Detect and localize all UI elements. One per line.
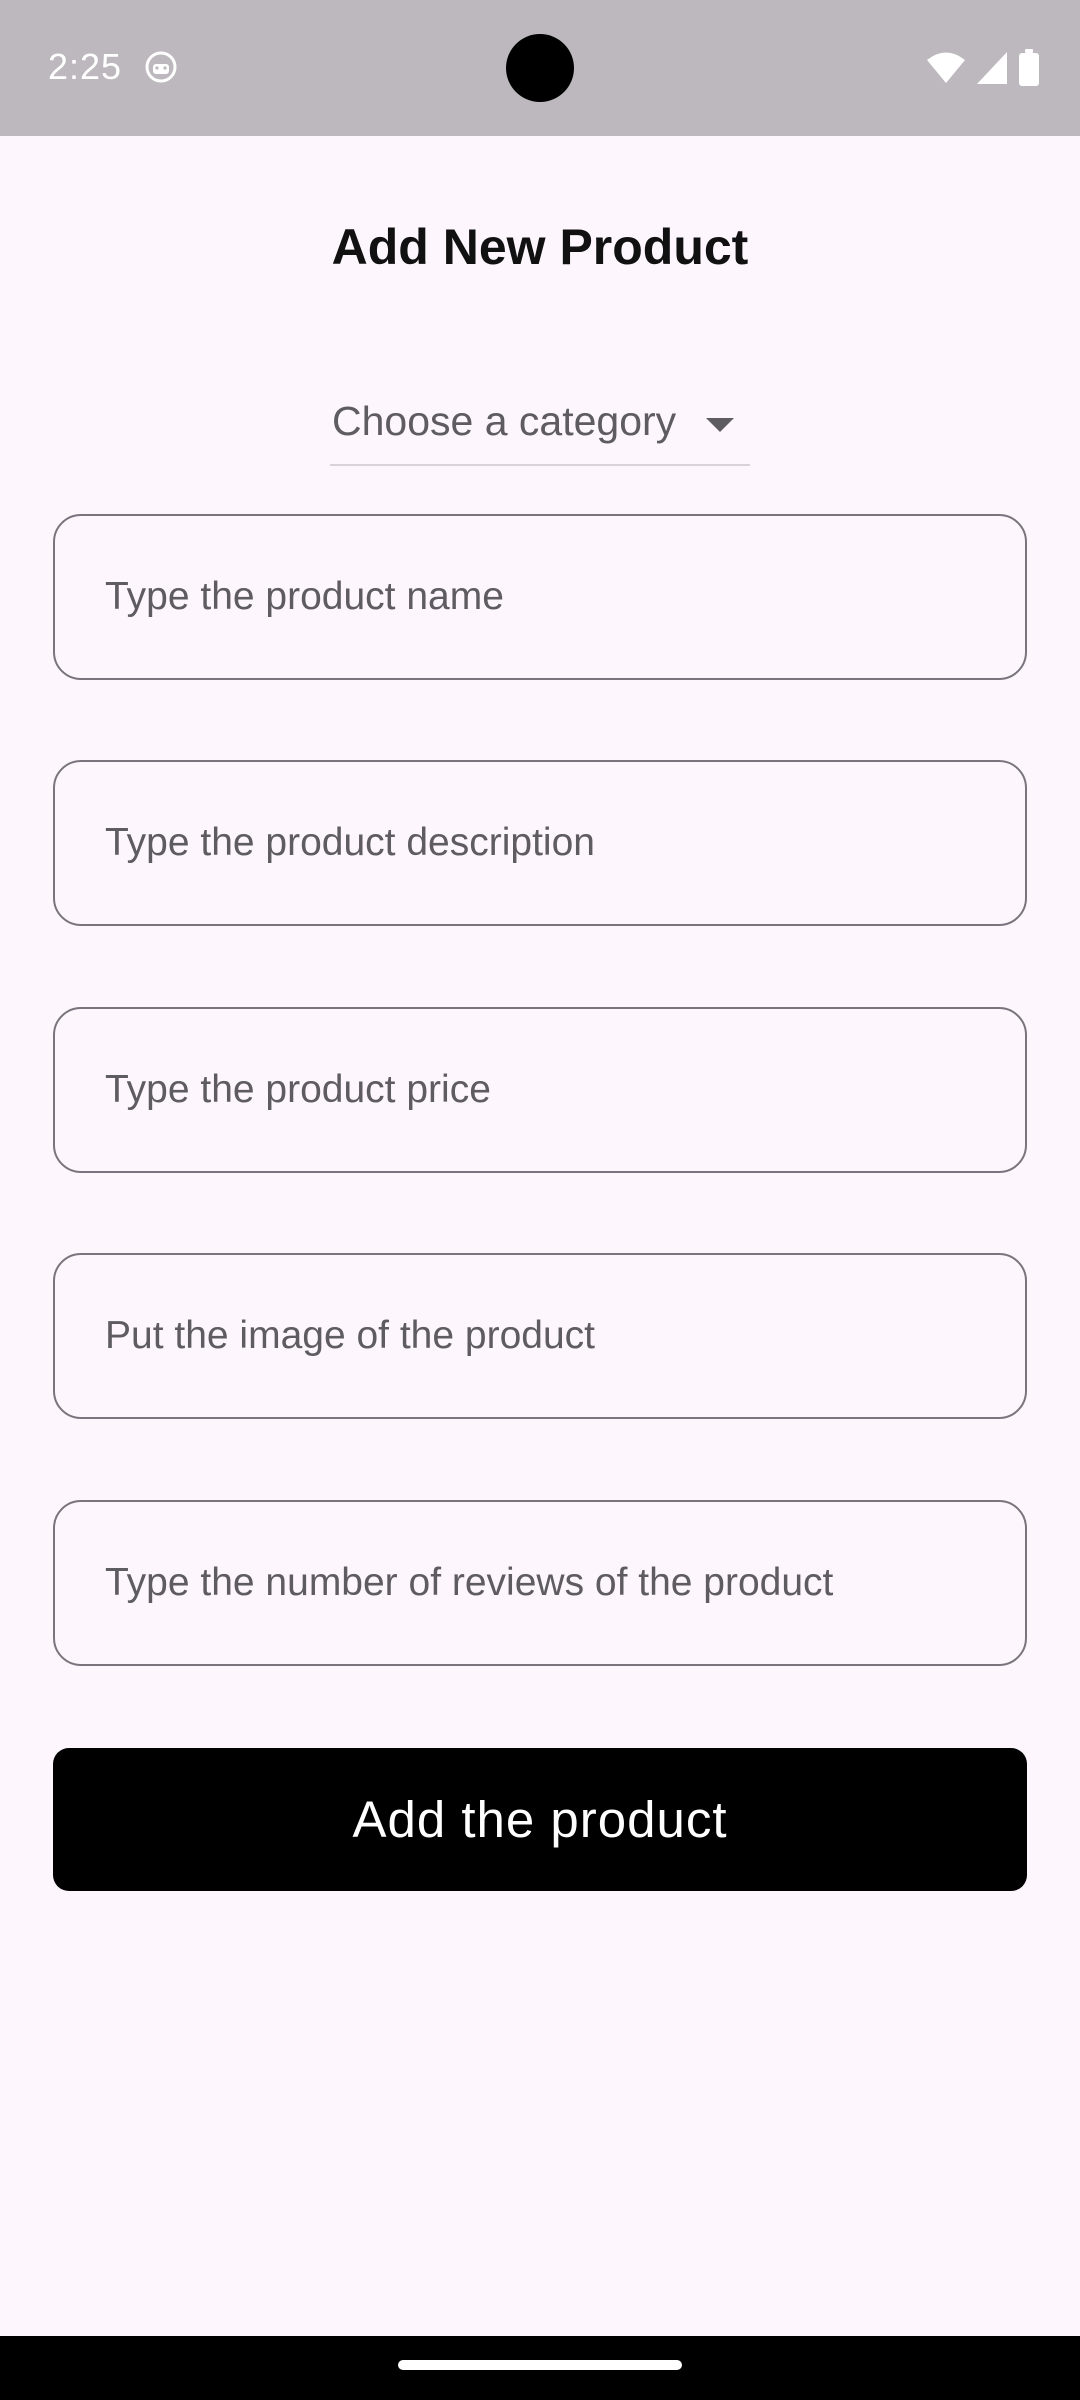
signal-icon [977,52,1007,84]
status-bar: 2:25 [0,0,1080,136]
add-product-button[interactable]: Add the product [53,1748,1027,1891]
navigation-bar [0,2336,1080,2400]
page-title: Add New Product [331,219,749,275]
category-dropdown-label: Choose a category [332,398,677,444]
camera-cutout [506,34,574,102]
dropdown-arrow-icon [706,418,734,432]
product-name-input[interactable] [55,516,1025,678]
product-image-input[interactable] [55,1255,1025,1417]
android-debug-icon [145,51,177,83]
product-reviews-input[interactable] [55,1502,1025,1664]
add-product-screen: 2:25 Add New Product Choose a category T… [0,0,1080,2400]
category-dropdown[interactable]: Choose a category [330,390,750,466]
product-description-field [53,760,1027,926]
battery-icon [1019,49,1039,86]
product-price-input[interactable] [55,1009,1025,1171]
product-reviews-field [53,1500,1027,1666]
product-description-input[interactable] [55,762,1025,924]
home-indicator[interactable] [398,2360,682,2370]
status-icons [926,48,1040,88]
status-time: 2:25 [48,46,123,87]
product-name-field [53,514,1027,680]
product-image-field [53,1253,1027,1419]
wifi-icon [927,52,965,83]
product-price-field [53,1007,1027,1173]
